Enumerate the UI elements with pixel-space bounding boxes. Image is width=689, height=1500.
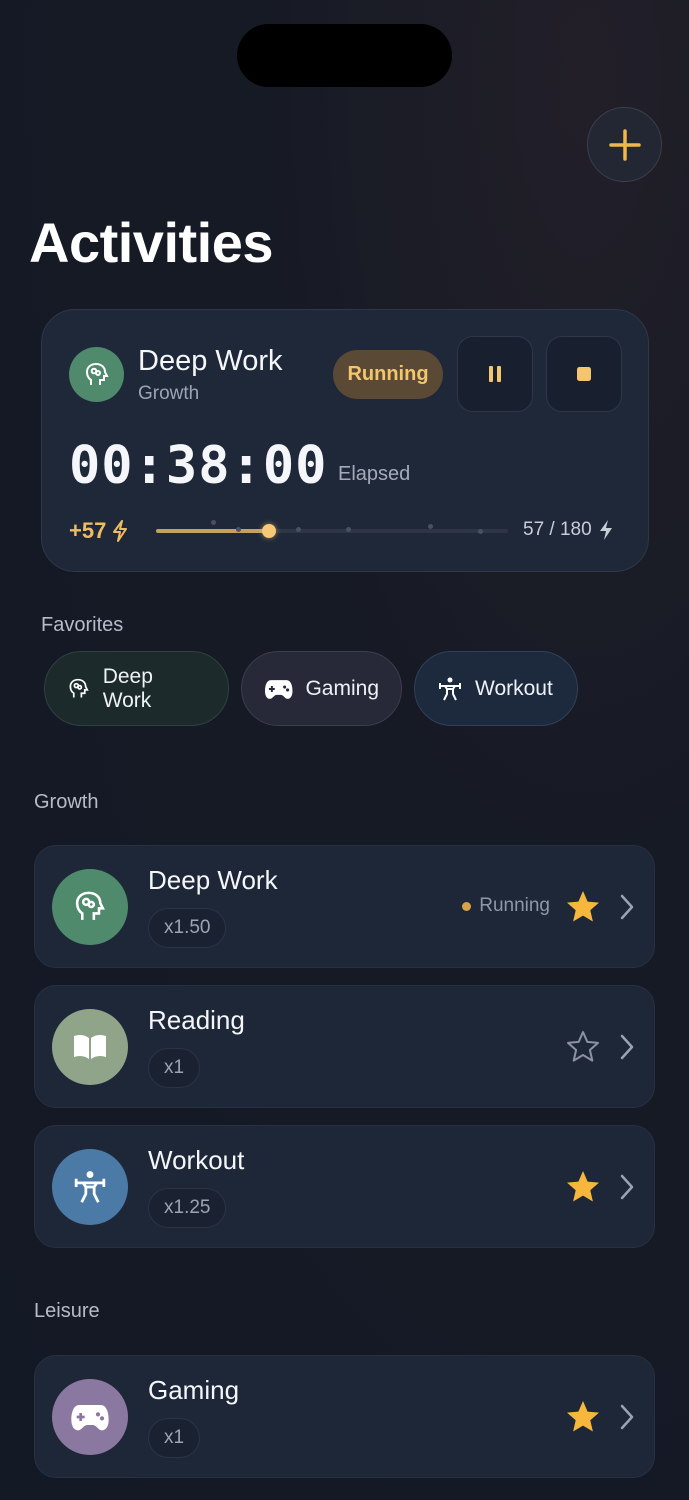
star-filled-icon[interactable] bbox=[565, 1170, 601, 1204]
star-outline-icon[interactable] bbox=[565, 1030, 601, 1064]
favorite-chip-deep-work[interactable]: Deep Work bbox=[44, 651, 229, 726]
dynamic-island bbox=[237, 24, 452, 87]
chevron-right-icon bbox=[620, 1404, 634, 1430]
activity-avatar bbox=[52, 1379, 128, 1455]
favorite-chip-workout[interactable]: Workout bbox=[414, 651, 578, 726]
elapsed-timer: 00:38:00 bbox=[69, 436, 328, 496]
progress-dot bbox=[478, 529, 483, 534]
multiplier-badge: x1.25 bbox=[148, 1188, 227, 1228]
activity-name: Deep Work bbox=[148, 865, 278, 895]
brain-icon bbox=[75, 891, 105, 920]
star-filled-icon[interactable] bbox=[565, 1400, 601, 1434]
progress-knob bbox=[261, 524, 276, 538]
section-heading-growth: Growth bbox=[34, 791, 99, 813]
brain-icon bbox=[69, 678, 89, 697]
activity-name: Gaming bbox=[148, 1375, 240, 1405]
activity-row-workout[interactable]: Workout x1.25 bbox=[34, 1125, 655, 1248]
progress-dot bbox=[236, 527, 241, 532]
active-activity-name: Deep Work bbox=[138, 345, 283, 377]
favorite-chip-gaming[interactable]: Gaming bbox=[241, 651, 402, 726]
multiplier-badge: x1 bbox=[148, 1048, 201, 1088]
progress-dot bbox=[346, 527, 351, 532]
activity-avatar bbox=[52, 1149, 128, 1225]
pause-button[interactable] bbox=[457, 336, 533, 412]
activity-avatar bbox=[52, 1009, 128, 1085]
points-value: +57 bbox=[69, 518, 107, 543]
bolt-icon bbox=[113, 520, 128, 542]
session-progress-bar bbox=[156, 520, 508, 538]
favorite-chip-label: Workout bbox=[475, 676, 553, 700]
favorite-chip-label: Deep Work bbox=[102, 664, 153, 712]
status-dot bbox=[462, 901, 472, 911]
gamepad-icon bbox=[71, 1405, 109, 1431]
activity-row-deep-work[interactable]: Deep Work x1.50 Running bbox=[34, 845, 655, 968]
activity-row-reading[interactable]: Reading x1 bbox=[34, 985, 655, 1108]
activity-avatar bbox=[52, 869, 128, 945]
add-activity-button[interactable] bbox=[587, 107, 662, 182]
book-icon bbox=[74, 1034, 106, 1059]
chevron-right-icon bbox=[620, 1034, 634, 1060]
chevron-right-icon bbox=[620, 1174, 634, 1200]
active-activity-avatar bbox=[69, 347, 124, 402]
progress-dot bbox=[428, 524, 433, 529]
multiplier-badge: x1 bbox=[148, 1418, 201, 1458]
progress-dot bbox=[296, 527, 301, 532]
favorite-chip-label: Gaming bbox=[305, 676, 379, 700]
elapsed-label: Elapsed bbox=[338, 463, 411, 485]
energy-value: 57 / 180 bbox=[523, 519, 592, 540]
plus-icon bbox=[608, 128, 641, 161]
gamepad-icon bbox=[264, 679, 293, 699]
running-status-badge: Running bbox=[333, 350, 443, 399]
running-label: Running bbox=[479, 895, 550, 916]
active-session-card[interactable]: Deep Work Growth Running 00:38:00 Elapse… bbox=[41, 309, 649, 572]
points-earned: +57 bbox=[69, 518, 128, 544]
weightlifting-icon bbox=[439, 677, 461, 700]
activity-name: Reading bbox=[148, 1005, 245, 1035]
running-indicator: Running bbox=[462, 895, 550, 917]
page-title: Activities bbox=[29, 211, 274, 274]
pause-icon bbox=[489, 366, 501, 382]
stop-icon bbox=[577, 367, 591, 381]
energy-total: 57 / 180 bbox=[523, 519, 614, 541]
multiplier-badge: x1.50 bbox=[148, 908, 227, 948]
favorites-heading: Favorites bbox=[41, 614, 124, 636]
bolt-icon bbox=[599, 520, 612, 540]
brain-icon bbox=[85, 362, 109, 385]
star-filled-icon[interactable] bbox=[565, 890, 601, 924]
activity-name: Workout bbox=[148, 1145, 245, 1175]
stop-button[interactable] bbox=[546, 336, 622, 412]
weightlifting-icon bbox=[74, 1171, 106, 1203]
chevron-right-icon bbox=[620, 894, 634, 920]
section-heading-leisure: Leisure bbox=[34, 1300, 100, 1322]
progress-fill bbox=[156, 529, 269, 533]
activity-row-gaming[interactable]: Gaming x1 bbox=[34, 1355, 655, 1478]
progress-dot bbox=[211, 520, 216, 525]
active-activity-category: Growth bbox=[138, 383, 200, 404]
